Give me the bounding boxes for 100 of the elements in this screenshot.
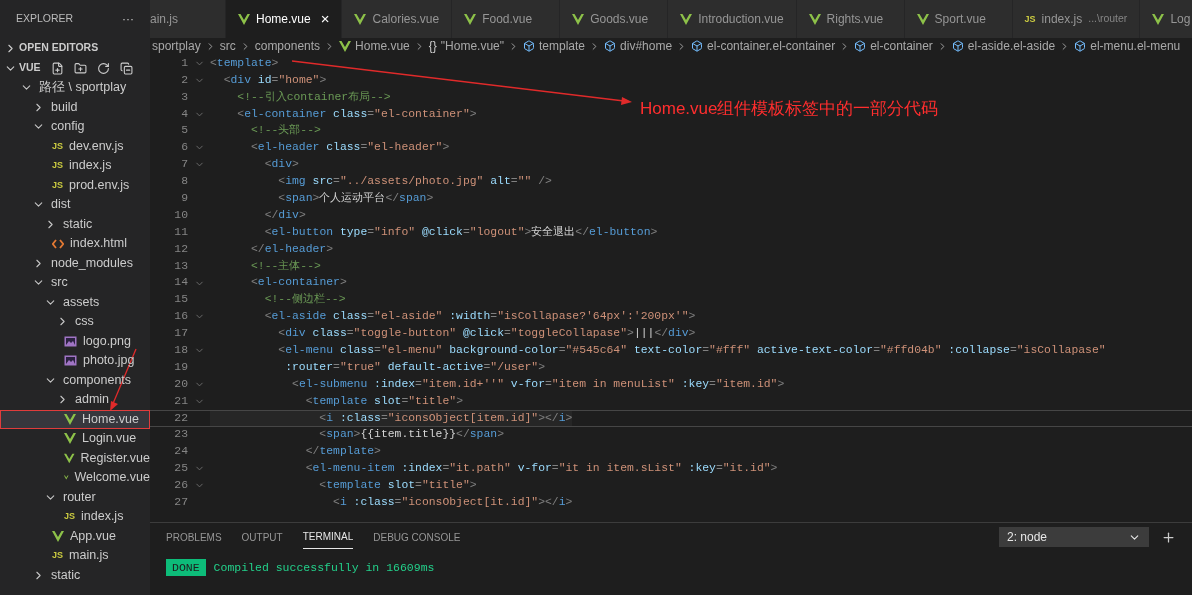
- breadcrumb-item[interactable]: el-aside.el-aside: [951, 38, 1056, 54]
- cube-icon: [691, 40, 704, 52]
- editor-tab[interactable]: Calories.vue: [342, 0, 453, 38]
- tree-item[interactable]: 路径 \ sportplay: [0, 78, 150, 98]
- cube-icon: [951, 40, 964, 52]
- tree-item[interactable]: Welcome.vue: [0, 468, 150, 488]
- tree-item[interactable]: logo.png: [0, 331, 150, 351]
- close-tab-button[interactable]: ×: [320, 7, 330, 31]
- code-line: <el-header class="el-header">: [250, 140, 450, 156]
- tree-item[interactable]: dist: [0, 195, 150, 215]
- add-terminal-icon[interactable]: [1161, 529, 1176, 545]
- code-line: <div>: [263, 157, 299, 173]
- editor-tab[interactable]: ain.js: [150, 0, 226, 38]
- js-file-icon: JS: [52, 180, 63, 190]
- breadcrumb-item[interactable]: el-menu.el-menu: [1074, 38, 1181, 54]
- tree-item[interactable]: static: [0, 214, 150, 234]
- code-line: <!--主体-->: [250, 258, 321, 274]
- tree-item[interactable]: build: [0, 97, 150, 117]
- line-number: 11: [173, 224, 188, 240]
- vue-file-icon: [572, 13, 585, 25]
- section-header[interactable]: VUE: [0, 58, 150, 78]
- panel-tab[interactable]: TERMINAL: [302, 525, 354, 549]
- code-line: </div>: [263, 207, 306, 223]
- code-line: :router="true" default-active="/user">: [284, 359, 545, 375]
- tree-item[interactable]: Login.vue: [0, 429, 150, 449]
- panel-tab[interactable]: DEBUG CONSOLE: [373, 525, 461, 549]
- breadcrumb-item[interactable]: div#home: [604, 38, 673, 54]
- js-file-icon: JS: [64, 512, 75, 522]
- editor-tab[interactable]: Rights.vue: [796, 0, 905, 38]
- tree-item[interactable]: JS main.js: [0, 546, 150, 566]
- editor-tab[interactable]: Sport.vue: [904, 0, 1013, 38]
- more-actions-button[interactable]: ···: [122, 10, 134, 28]
- breadcrumb-item[interactable]: template: [523, 38, 586, 54]
- tree-item[interactable]: JS index.js: [0, 507, 150, 527]
- vue-file-icon: [464, 13, 477, 25]
- code-line: <span>{{item.title}}</span>: [318, 427, 504, 443]
- editor-tab[interactable]: Introduction.vue: [668, 0, 797, 38]
- new-file-icon[interactable]: [50, 61, 64, 75]
- line-number: 10: [173, 207, 188, 223]
- code-line: <i :class="iconsObject[it.id]"></i>: [332, 495, 573, 511]
- breadcrumb-item[interactable]: sportplay: [152, 38, 201, 54]
- vue-file-icon: [680, 13, 693, 25]
- editor-tab[interactable]: Log: [1140, 0, 1192, 38]
- tree-item[interactable]: assets: [0, 292, 150, 312]
- tree-item[interactable]: node_modules: [0, 253, 150, 273]
- tree-item[interactable]: Home.vue: [0, 409, 150, 429]
- vue-file-icon: [238, 13, 250, 25]
- editor-tab[interactable]: Food.vue: [452, 0, 561, 38]
- tree-item[interactable]: index.html: [0, 234, 150, 254]
- terminal-select[interactable]: 2: node: [999, 527, 1149, 547]
- panel-tab[interactable]: OUTPUT: [241, 525, 283, 549]
- tab-path-hint: ...\router: [1088, 11, 1128, 27]
- line-number: 24: [173, 444, 188, 460]
- tree-item[interactable]: Register.vue: [0, 448, 150, 468]
- breadcrumb-item[interactable]: Home.vue: [339, 38, 410, 54]
- tree-item[interactable]: admin: [0, 390, 150, 410]
- line-number: 19: [173, 359, 188, 375]
- vue-file-icon: [916, 13, 929, 25]
- tree-item[interactable]: JS prod.env.js: [0, 175, 150, 195]
- tree-item[interactable]: App.vue: [0, 526, 150, 546]
- code-line: <!--侧边栏-->: [263, 292, 346, 308]
- line-number: 16: [173, 309, 188, 325]
- tree-item[interactable]: config: [0, 117, 150, 137]
- line-number: 18: [173, 343, 188, 359]
- tree-item[interactable]: JS index.js: [0, 156, 150, 176]
- line-number: 8: [180, 174, 188, 190]
- code-line: <el-container class="el-container">: [236, 106, 477, 122]
- line-number: 12: [173, 241, 188, 257]
- refresh-icon[interactable]: [96, 61, 110, 75]
- tree-item[interactable]: css: [0, 312, 150, 332]
- code-line: </template>: [304, 444, 381, 460]
- sidebar-title: EXPLORER: [16, 11, 74, 27]
- new-folder-icon[interactable]: [73, 61, 87, 75]
- section-header[interactable]: OPEN EDITORS: [0, 38, 150, 58]
- breadcrumb-item[interactable]: src: [219, 38, 236, 54]
- breadcrumb-item[interactable]: {} "Home.vue": [428, 38, 504, 54]
- tree-item[interactable]: src: [0, 273, 150, 293]
- cube-icon: [1074, 40, 1087, 52]
- code-line: <el-submenu :index="item.id+''" v-for="item in menuList" :key="item.id">: [291, 376, 785, 392]
- code-brackets-icon: [52, 238, 64, 249]
- editor-tab[interactable]: Home.vue ×: [226, 0, 343, 38]
- panel-tab[interactable]: PROBLEMS: [166, 525, 222, 549]
- breadcrumb-item[interactable]: el-container.el-container: [691, 38, 836, 54]
- tree-item[interactable]: JS dev.env.js: [0, 136, 150, 156]
- vue-file-icon: [64, 433, 76, 445]
- js-file-icon: JS: [1024, 14, 1036, 24]
- vue-file-icon: [354, 13, 367, 25]
- editor-tab[interactable]: Goods.vue: [560, 0, 669, 38]
- line-number: 9: [180, 191, 188, 206]
- breadcrumb-item[interactable]: components: [254, 38, 321, 54]
- tree-item[interactable]: static: [0, 565, 150, 585]
- cube-icon: [523, 40, 535, 52]
- breadcrumb-item[interactable]: el-container: [854, 38, 933, 54]
- tree-item[interactable]: router: [0, 487, 150, 507]
- collapse-all-icon[interactable]: [119, 61, 133, 75]
- js-file-icon: JS: [52, 141, 63, 151]
- annotation-text: Home.vue组件模板标签中的一部分代码: [640, 98, 939, 120]
- line-number: 25: [173, 461, 188, 477]
- editor-tab[interactable]: JS index.js ...\router: [1012, 0, 1141, 38]
- code-line: <template slot="title">: [318, 478, 477, 494]
